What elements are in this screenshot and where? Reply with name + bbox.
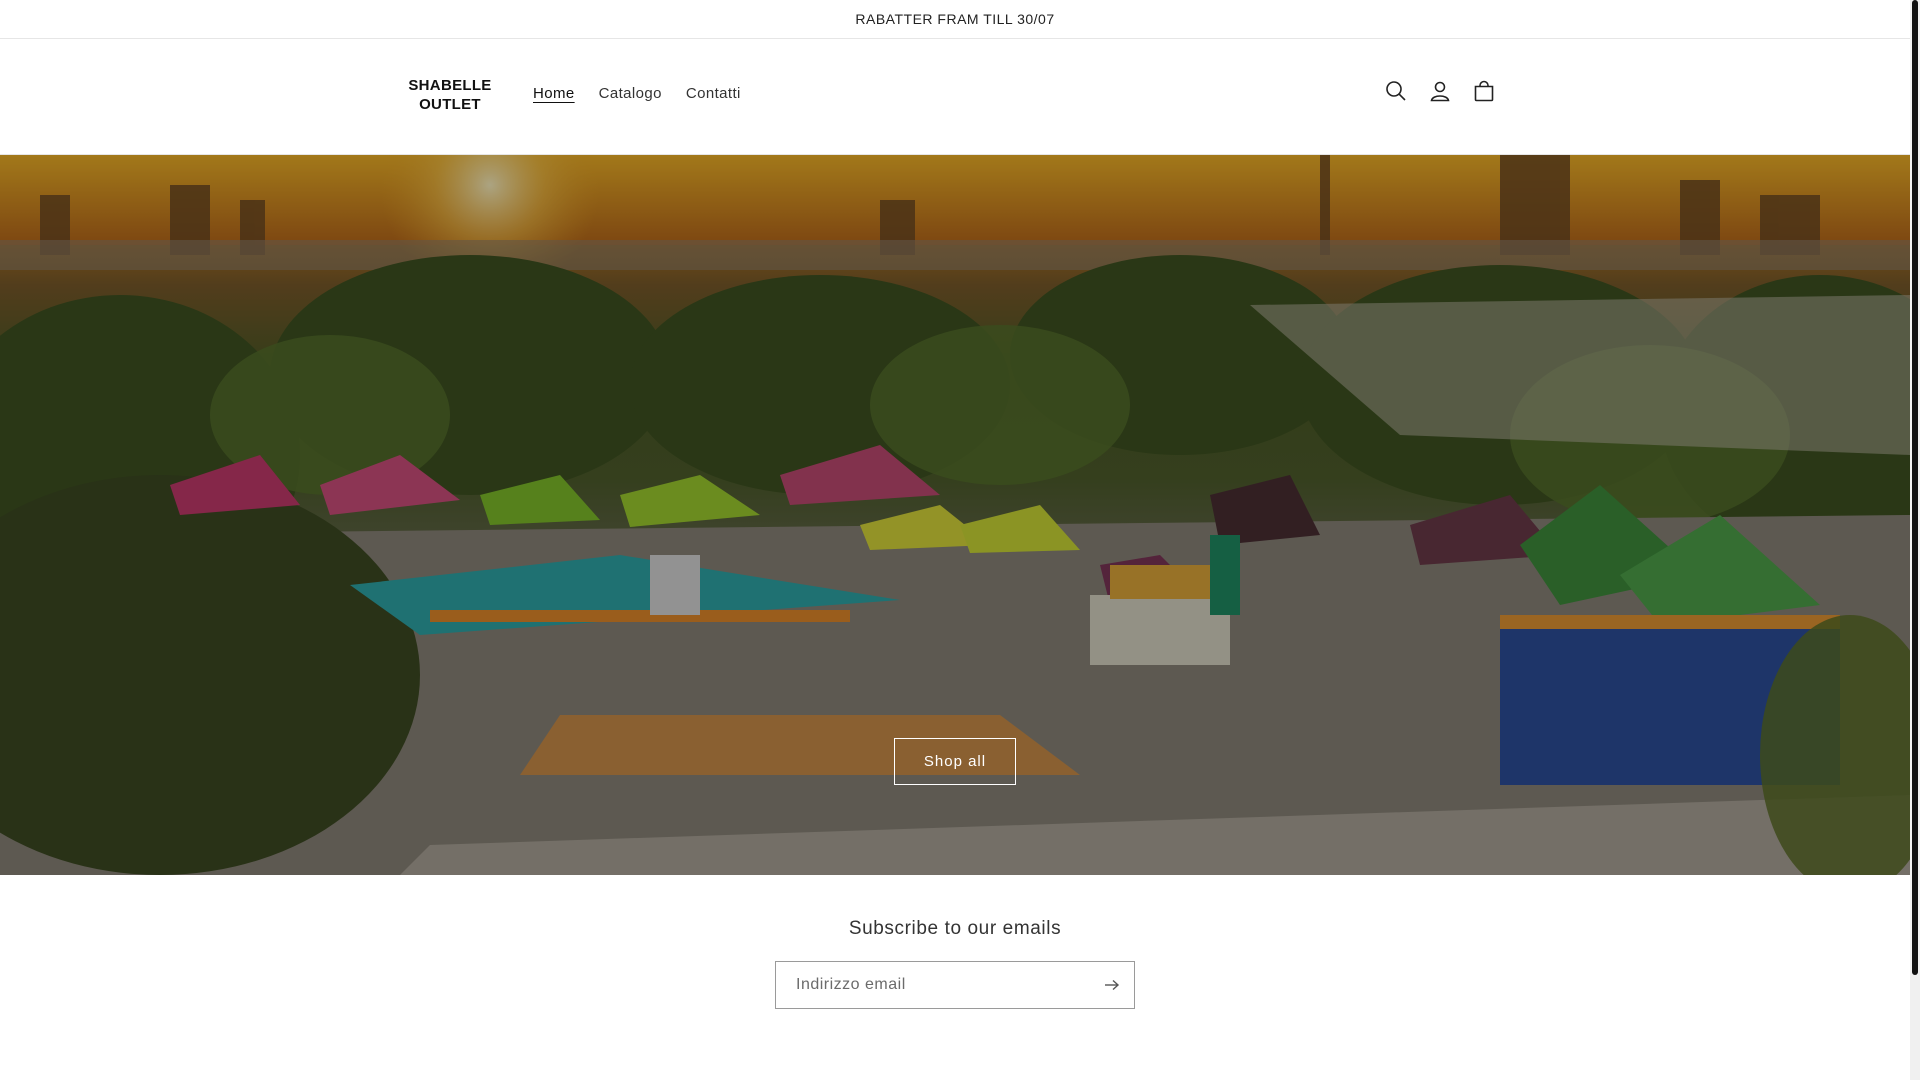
- search-icon[interactable]: [1382, 77, 1410, 105]
- nav-catalogo[interactable]: Catalogo: [587, 85, 674, 102]
- nav-contatti[interactable]: Contatti: [674, 85, 753, 102]
- arrow-right-icon[interactable]: [1090, 962, 1134, 1008]
- logo-line-1: SHABELLE: [408, 77, 492, 94]
- nav-home[interactable]: Home: [521, 85, 587, 102]
- main-nav: Home Catalogo Contatti: [521, 85, 753, 102]
- announcement-text: RABATTER FRAM TILL 30/07: [855, 11, 1055, 27]
- email-form: [775, 961, 1135, 1009]
- page-scrollbar[interactable]: [1910, 0, 1920, 1080]
- site-logo[interactable]: SHABELLE OUTLET: [405, 76, 495, 114]
- cart-icon[interactable]: [1470, 77, 1498, 105]
- newsletter-title: Subscribe to our emails: [848, 918, 1062, 939]
- shop-all-button[interactable]: Shop all: [894, 738, 1016, 785]
- logo-line-2: OUTLET: [419, 96, 481, 113]
- announcement-bar: RABATTER FRAM TILL 30/07: [0, 0, 1910, 39]
- email-input[interactable]: [776, 962, 1090, 1008]
- header-icons: [1382, 77, 1498, 105]
- account-icon[interactable]: [1426, 77, 1454, 105]
- newsletter-section: Subscribe to our emails: [0, 875, 1910, 1080]
- hero-banner: Shop all: [0, 155, 1910, 875]
- scrollbar-thumb[interactable]: [1912, 0, 1918, 975]
- site-header: SHABELLE OUTLET Home Catalogo Contatti: [0, 39, 1910, 155]
